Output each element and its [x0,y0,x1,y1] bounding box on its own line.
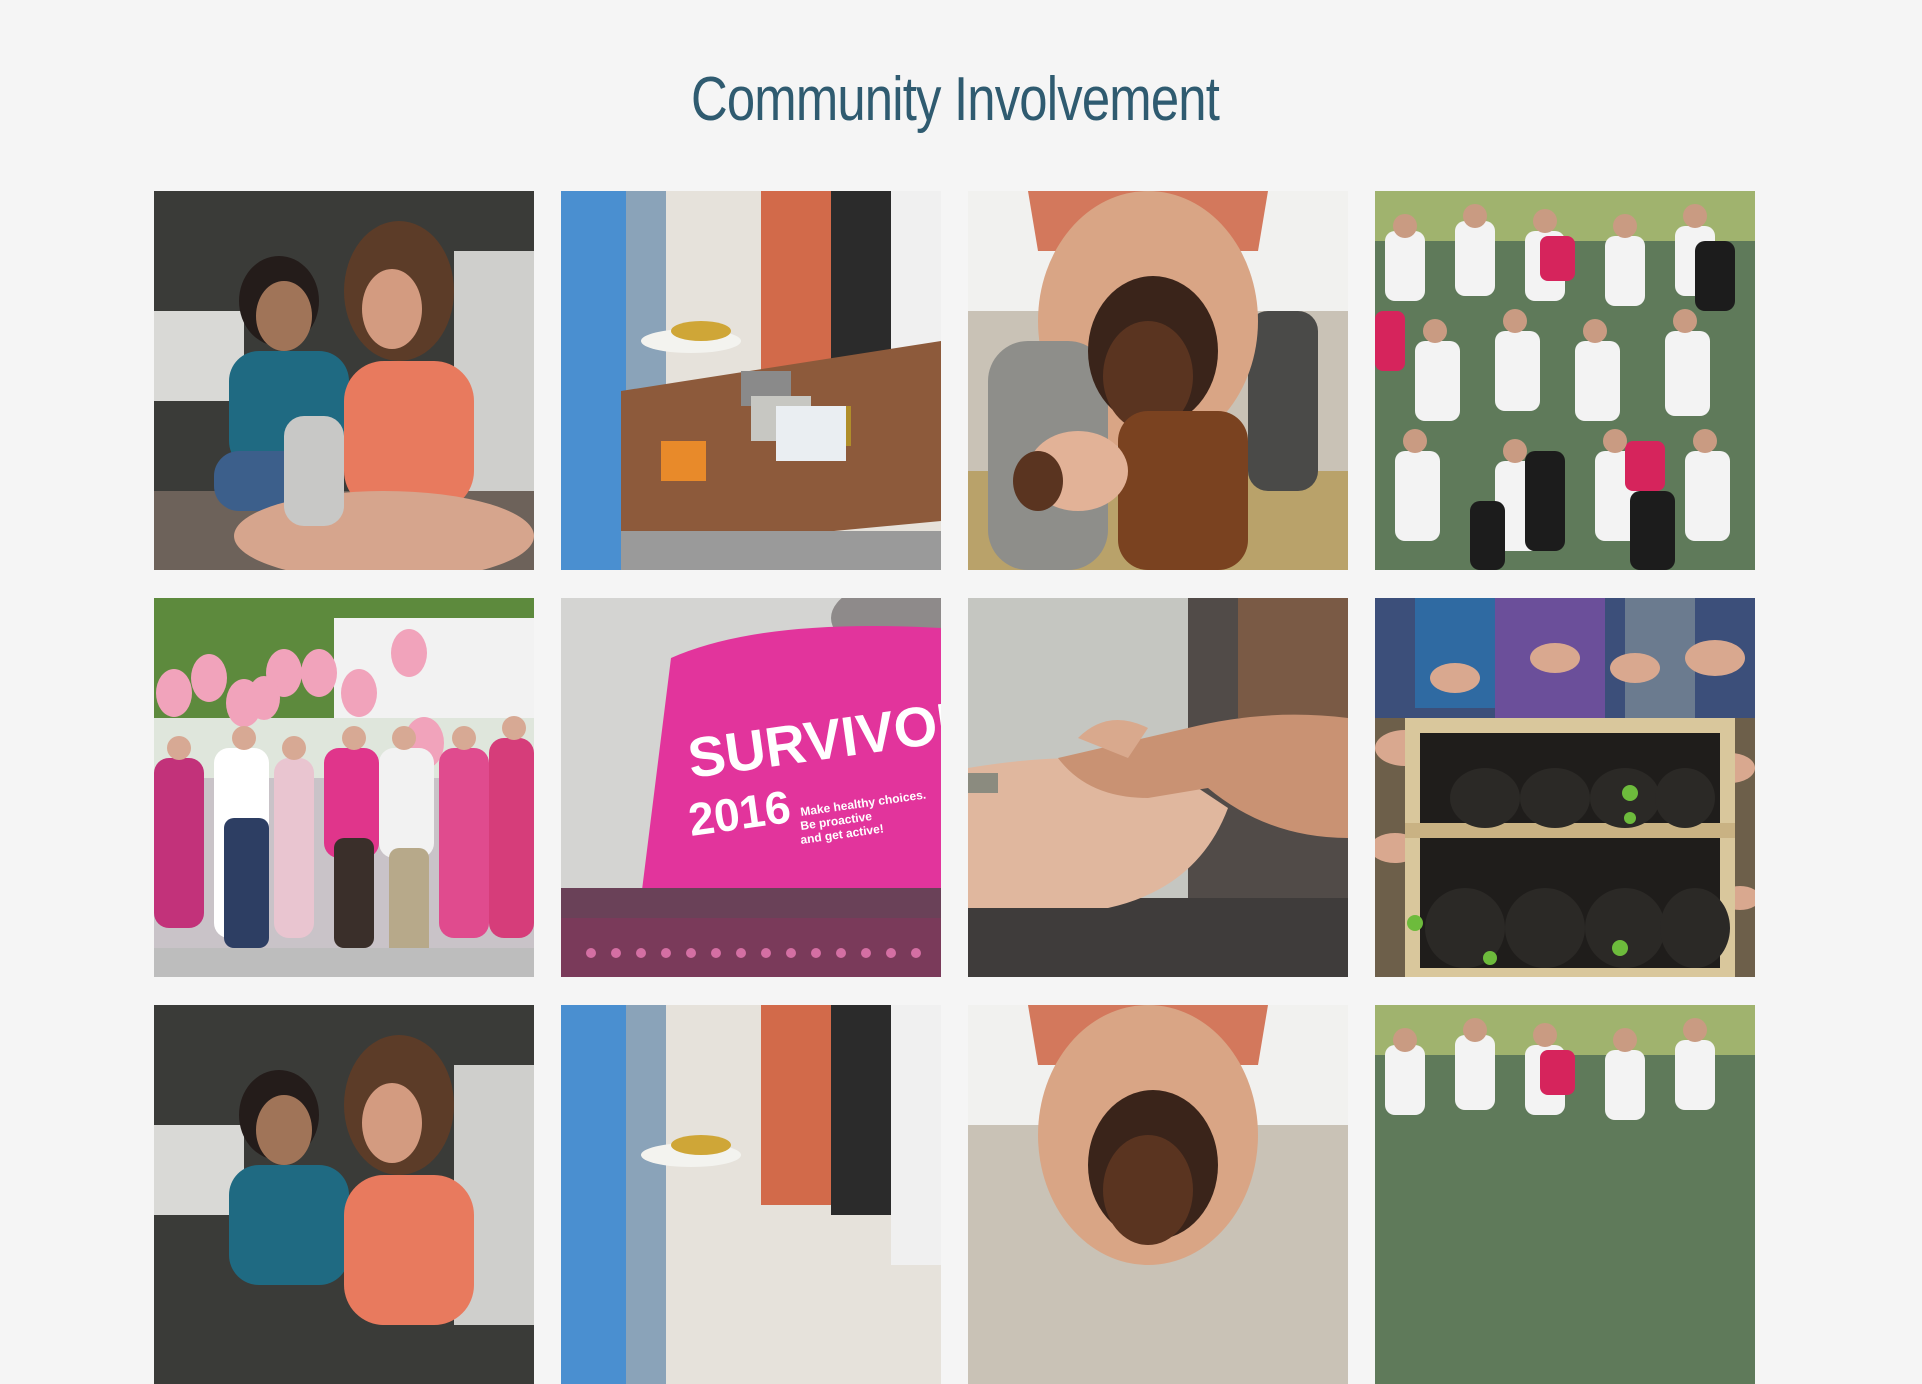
gallery-tile[interactable] [1375,191,1755,570]
gallery-tile[interactable] [1375,598,1755,977]
gallery-tile[interactable] [561,1005,941,1384]
gallery-tile[interactable] [968,191,1348,570]
photo-race-runners-crowd [1375,191,1755,570]
gallery-tile[interactable] [154,598,534,977]
photo-pink-balloons-crowd [154,598,534,977]
gallery-tile[interactable] [968,1005,1348,1384]
photo-mother-and-daughter [154,1005,534,1384]
gallery-tile[interactable] [1375,1005,1755,1384]
photo-gallery: SURVIVOR 2016 Make healthy choices. Be p… [154,191,1755,1384]
photo-mother-and-daughter [154,191,534,570]
photo-woman-holding-child [968,1005,1348,1384]
gallery-tile[interactable] [154,1005,534,1384]
photo-holding-hands [968,598,1348,977]
photo-survivor-2016-shirt: SURVIVOR 2016 Make healthy choices. Be p… [561,598,941,977]
gallery-tile[interactable]: SURVIVOR 2016 Make healthy choices. Be p… [561,598,941,977]
photo-garden-planter-hands [1375,598,1755,977]
page: Community Involvement SURVIVOR 2016 Make… [0,0,1922,1384]
photo-food-serving-line [561,191,941,570]
gallery-tile[interactable] [154,191,534,570]
photo-food-serving-line [561,1005,941,1384]
section-title: Community Involvement [690,65,1220,134]
gallery-tile[interactable] [968,598,1348,977]
photo-race-runners-crowd [1375,1005,1755,1384]
gallery-tile[interactable] [561,191,941,570]
photo-woman-holding-child [968,191,1348,570]
